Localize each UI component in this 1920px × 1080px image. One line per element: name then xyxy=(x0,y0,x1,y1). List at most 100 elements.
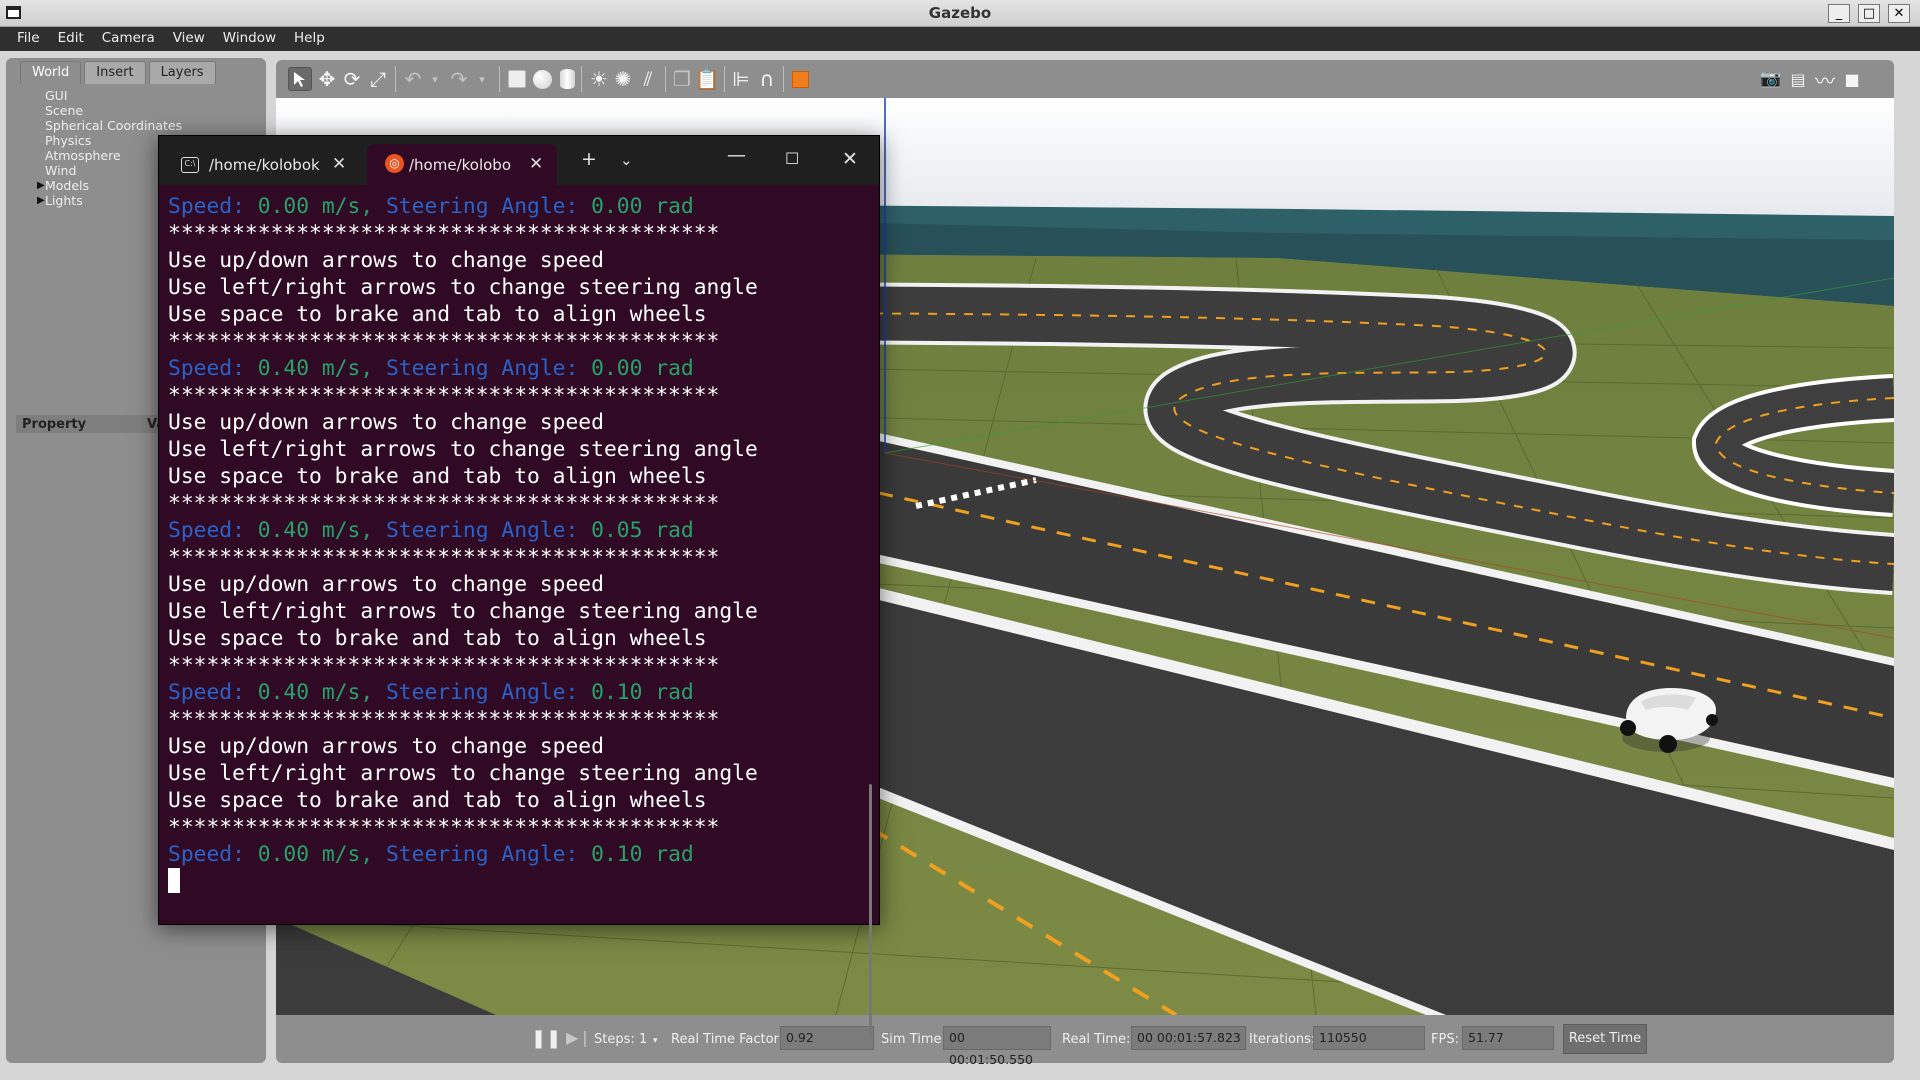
property-column-header: Property xyxy=(22,417,87,432)
translate-icon[interactable]: ✥ xyxy=(315,67,339,91)
output-line: Use up/down arrows to change speed xyxy=(168,734,604,759)
status-line: Speed: 0.00 m/s, Steering Angle: 0.00 ra… xyxy=(168,193,868,220)
sim-time-label: Sim Time: xyxy=(881,1032,946,1047)
menu-window[interactable]: Window xyxy=(214,27,285,51)
output-line: Use left/right arrows to change steering… xyxy=(168,599,758,624)
real-time-label: Real Time: xyxy=(1062,1032,1131,1047)
angle-unit: rad xyxy=(655,680,694,705)
angle-label: Steering Angle: xyxy=(385,194,592,219)
output-line: Use up/down arrows to change speed xyxy=(168,410,604,435)
window-titlebar: Gazebo _ □ ✕ xyxy=(0,0,1920,27)
sphere-icon[interactable] xyxy=(530,67,554,91)
rotate-icon[interactable]: ⟳ xyxy=(340,67,364,91)
angle-label: Steering Angle: xyxy=(385,518,592,543)
snap-icon[interactable]: ∩ xyxy=(755,67,779,91)
angle-value: 0.10 xyxy=(591,842,656,867)
terminal-window[interactable]: C:\ /home/kolobok ✕ ◎ /home/kolobo ✕ + ⌄… xyxy=(158,135,880,1036)
output-line: ****************************************… xyxy=(168,491,720,516)
spot-light-icon[interactable]: ✺ xyxy=(611,67,635,91)
undo-dropdown-icon[interactable]: ▾ xyxy=(423,67,447,91)
terminal-close-icon[interactable]: ✕ xyxy=(842,148,858,170)
copy-icon[interactable]: ❐ xyxy=(670,67,694,91)
angle-unit: rad xyxy=(655,842,694,867)
redo-icon[interactable]: ↷ xyxy=(447,67,471,91)
angle-label: Steering Angle: xyxy=(385,356,592,381)
output-line: ****************************************… xyxy=(168,221,720,246)
terminal-minimize-icon[interactable]: — xyxy=(727,144,746,166)
tree-item-label: Scene xyxy=(45,103,84,118)
output-line: Use up/down arrows to change speed xyxy=(168,572,604,597)
tab-world[interactable]: World xyxy=(20,61,82,84)
angle-value: 0.00 xyxy=(591,356,656,381)
select-arrow-icon[interactable] xyxy=(288,67,312,91)
speed-value: 0.00 xyxy=(257,842,322,867)
step-icon[interactable]: ▶❘ xyxy=(566,1028,592,1047)
speed-unit: m/s, xyxy=(321,680,386,705)
view-angle-icon[interactable] xyxy=(788,67,812,91)
reset-time-button[interactable]: Reset Time xyxy=(1563,1024,1647,1054)
undo-icon[interactable]: ↶ xyxy=(401,67,425,91)
terminal-scrollbar[interactable] xyxy=(869,784,872,1036)
terminal-tab-1[interactable]: C:\ /home/kolobok ✕ xyxy=(159,144,359,185)
box-icon[interactable] xyxy=(505,67,529,91)
cylinder-icon[interactable] xyxy=(555,67,579,91)
speed-value: 0.40 xyxy=(257,518,322,543)
tree-item-spherical-coordinates[interactable]: Spherical Coordinates xyxy=(16,118,266,133)
steps-value[interactable]: 1 xyxy=(639,1032,647,1047)
speed-label: Speed: xyxy=(168,518,258,543)
tab-menu-chevron-icon[interactable]: ⌄ xyxy=(620,151,633,169)
output-line: Use up/down arrows to change speed xyxy=(168,248,604,273)
menu-camera[interactable]: Camera xyxy=(93,27,164,51)
steps-dropdown-icon[interactable]: ▾ xyxy=(653,1036,658,1046)
expand-arrow-icon[interactable]: ▶ xyxy=(37,178,45,193)
scale-icon[interactable]: ⤢ xyxy=(366,67,390,91)
terminal-tab-2[interactable]: ◎ /home/kolobo ✕ xyxy=(367,144,557,185)
new-tab-icon[interactable]: + xyxy=(581,148,597,170)
window-title: Gazebo xyxy=(928,4,992,22)
menu-file[interactable]: File xyxy=(8,27,49,51)
log-icon[interactable]: ▤ xyxy=(1786,67,1810,91)
plot-icon[interactable]: 〰 xyxy=(1813,67,1837,93)
output-line: Use space to brake and tab to align whee… xyxy=(168,302,707,327)
output-line: ****************************************… xyxy=(168,815,720,840)
angle-value: 0.00 xyxy=(591,194,656,219)
point-light-icon[interactable]: ☀ xyxy=(587,67,611,91)
status-line: Speed: 0.40 m/s, Steering Angle: 0.05 ra… xyxy=(168,517,868,544)
angle-unit: rad xyxy=(655,518,694,543)
tree-item-gui[interactable]: GUI xyxy=(16,88,266,103)
paste-icon[interactable]: 📋 xyxy=(695,67,720,91)
expand-arrow-icon[interactable]: ▶ xyxy=(37,193,45,208)
tree-item-scene[interactable]: Scene xyxy=(16,103,266,118)
speed-label: Speed: xyxy=(168,356,258,381)
terminal-cursor xyxy=(168,868,180,893)
tab-insert[interactable]: Insert xyxy=(84,61,146,84)
tab-layers[interactable]: Layers xyxy=(148,61,216,84)
pause-icon[interactable]: ❚❚ xyxy=(531,1028,561,1049)
redo-dropdown-icon[interactable]: ▾ xyxy=(470,67,494,91)
screenshot-icon[interactable]: 📷 xyxy=(1759,67,1783,91)
menu-view[interactable]: View xyxy=(164,27,214,51)
maximize-button[interactable]: □ xyxy=(1858,4,1880,23)
close-tab-icon[interactable]: ✕ xyxy=(529,154,543,174)
align-icon[interactable]: ⊫ xyxy=(729,67,753,91)
close-tab-icon[interactable]: ✕ xyxy=(332,154,346,174)
terminal-maximize-icon[interactable]: ☐ xyxy=(785,149,799,168)
menu-help[interactable]: Help xyxy=(285,27,334,51)
terminal-output[interactable]: Speed: 0.00 m/s, Steering Angle: 0.00 ra… xyxy=(168,193,868,895)
fps-label: FPS: xyxy=(1431,1032,1459,1047)
video-icon[interactable]: ■ xyxy=(1840,67,1864,91)
output-line: Use space to brake and tab to align whee… xyxy=(168,788,707,813)
real-time-value: 00 00:01:57.823 xyxy=(1131,1026,1246,1050)
output-line: Use space to brake and tab to align whee… xyxy=(168,464,707,489)
output-line: ****************************************… xyxy=(168,329,720,354)
minimize-button[interactable]: _ xyxy=(1828,4,1850,23)
output-line: ****************************************… xyxy=(168,383,720,408)
speed-unit: m/s, xyxy=(321,842,386,867)
terminal-tab-title: /home/kolobo xyxy=(409,156,512,174)
directional-light-icon[interactable]: ⫽ xyxy=(636,67,660,91)
menu-edit[interactable]: Edit xyxy=(49,27,93,51)
angle-value: 0.05 xyxy=(591,518,656,543)
close-button[interactable]: ✕ xyxy=(1888,4,1910,23)
menu-bar: File Edit Camera View Window Help xyxy=(0,27,1920,51)
output-line: ****************************************… xyxy=(168,707,720,732)
